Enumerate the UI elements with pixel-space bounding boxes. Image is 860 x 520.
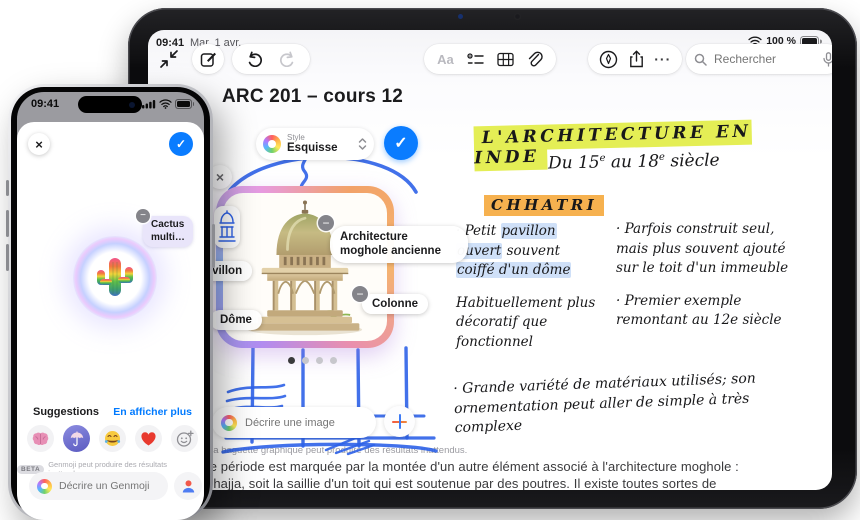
note-bullet-5: · Grande variété de matériaux utilisés; … xyxy=(453,368,805,439)
markup-pen-icon[interactable] xyxy=(599,50,618,69)
ipad-device: 09:41 Mar. 1 avr. 100 % xyxy=(128,8,857,509)
iphone-volume-down xyxy=(6,244,9,271)
battery-icon xyxy=(175,99,194,109)
tag-colonne[interactable]: Colonne xyxy=(362,294,428,314)
note-title: ARC 201 – cours 12 xyxy=(222,86,403,108)
laughing-emoji-suggestion[interactable] xyxy=(99,425,126,452)
person-genmoji-button[interactable] xyxy=(174,472,202,500)
genmoji-sheet: × ✓ xyxy=(17,122,204,520)
checklist-icon[interactable] xyxy=(467,52,484,67)
note-bullet-1: · Petit pavillon ouvert souvent coiffé d… xyxy=(456,222,614,281)
genmoji-close-button[interactable]: × xyxy=(28,133,50,155)
iphone-power-button xyxy=(212,224,215,268)
remove-cactus-tag-button[interactable]: − xyxy=(136,209,150,223)
genmoji-accept-button[interactable]: ✓ xyxy=(169,132,193,156)
compose-button[interactable] xyxy=(192,44,224,74)
umbrella-emoji-suggestion-selected[interactable] xyxy=(63,425,90,452)
more-button[interactable]: ··· xyxy=(654,52,671,66)
genmoji-prompt-tag[interactable]: Cactus multi… xyxy=(143,216,193,247)
style-label: Style xyxy=(287,134,352,142)
note-bullet-2: Habituellement plus décoratif que foncti… xyxy=(456,294,614,353)
original-sketch-thumbnail[interactable] xyxy=(214,206,240,248)
collapse-icon[interactable] xyxy=(158,48,180,70)
undo-redo-group xyxy=(232,44,310,74)
describe-image-field[interactable] xyxy=(212,407,376,438)
add-image-button[interactable] xyxy=(384,406,415,437)
genmoji-screen: 09:41 × ✓ xyxy=(17,92,204,520)
wifi-icon xyxy=(159,99,172,109)
brain-emoji-suggestion[interactable] xyxy=(27,425,54,452)
genmoji-preview-glow xyxy=(73,236,157,320)
attachment-icon[interactable] xyxy=(527,51,543,68)
image-pagination-dots[interactable] xyxy=(288,357,337,364)
page-dot[interactable] xyxy=(302,357,309,364)
search-icon xyxy=(694,53,707,66)
describe-genmoji-input[interactable] xyxy=(57,479,160,493)
note-bullet-3: · Parfois construit seul, mais plus souv… xyxy=(616,220,794,279)
rainbow-cactus-genmoji xyxy=(94,254,136,302)
accept-image-button[interactable]: ✓ xyxy=(384,126,418,160)
handwritten-subheading: Du 15e au 18e siècle xyxy=(548,151,720,174)
notes-app-screen: 09:41 Mar. 1 avr. 100 % xyxy=(148,30,832,490)
notes-column-left: · Petit pavillon ouvert souvent coiffé d… xyxy=(456,222,614,352)
heart-emoji-suggestion[interactable] xyxy=(135,425,162,452)
genmoji-sparkle-icon xyxy=(37,479,52,494)
note-bullet-4: · Premier exemple remontant au 12e siècl… xyxy=(616,292,794,331)
iphone-status-time: 09:41 xyxy=(31,98,59,110)
scene: 09:41 Mar. 1 avr. 100 % xyxy=(0,0,860,520)
page-dot[interactable] xyxy=(288,357,295,364)
style-value: Esquisse xyxy=(287,142,352,154)
note-actions-group: ··· xyxy=(588,44,682,74)
remove-tag-arch-button[interactable]: − xyxy=(318,215,334,231)
iphone-volume-up xyxy=(6,210,9,237)
front-camera-dot xyxy=(129,102,135,108)
iphone-device: 09:41 × ✓ xyxy=(8,84,213,520)
chevron-up-down-icon xyxy=(358,137,367,151)
notes-column-right: · Parfois construit seul, mais plus souv… xyxy=(616,220,794,331)
undo-icon[interactable] xyxy=(246,51,264,67)
page-dot[interactable] xyxy=(330,357,337,364)
search-field[interactable] xyxy=(686,44,832,74)
suggestions-label: Suggestions xyxy=(33,406,99,418)
text-format-button[interactable]: Aa xyxy=(437,52,454,67)
search-input[interactable] xyxy=(712,51,818,67)
image-playground-icon xyxy=(221,415,237,431)
style-picker[interactable]: Style Esquisse xyxy=(256,128,374,160)
note-body-line-2: hhajja, soit la saillie d'un toit qui es… xyxy=(206,476,717,490)
remove-tag-colonne-button[interactable]: − xyxy=(352,286,368,302)
ipad-camera-dot xyxy=(458,14,463,19)
tag-dome[interactable]: Dôme xyxy=(210,310,262,330)
iphone-action-button xyxy=(6,180,9,196)
format-tools-group: Aa xyxy=(424,44,556,74)
share-icon[interactable] xyxy=(629,50,644,68)
handwritten-section-title: CHHATRI xyxy=(484,196,604,214)
cellular-signal-icon xyxy=(142,99,156,109)
table-icon[interactable] xyxy=(497,52,514,67)
note-body-line-1: te période est marquée par la montée d'u… xyxy=(206,459,739,474)
dictation-mic-icon[interactable] xyxy=(823,52,832,67)
compose-icon xyxy=(200,51,217,68)
new-genmoji-suggestion[interactable] xyxy=(171,425,198,452)
ipad-camera-lens xyxy=(514,13,521,20)
image-playground-icon xyxy=(263,135,281,153)
dynamic-island xyxy=(78,96,142,113)
emoji-suggestions-row xyxy=(27,425,198,452)
describe-image-input[interactable] xyxy=(243,416,367,430)
redo-icon[interactable] xyxy=(278,51,296,67)
tag-architecture-moghole[interactable]: Architecture moghole ancienne xyxy=(330,226,468,263)
describe-genmoji-field[interactable] xyxy=(29,472,168,500)
show-more-link[interactable]: En afficher plus xyxy=(113,406,192,418)
page-dot[interactable] xyxy=(316,357,323,364)
